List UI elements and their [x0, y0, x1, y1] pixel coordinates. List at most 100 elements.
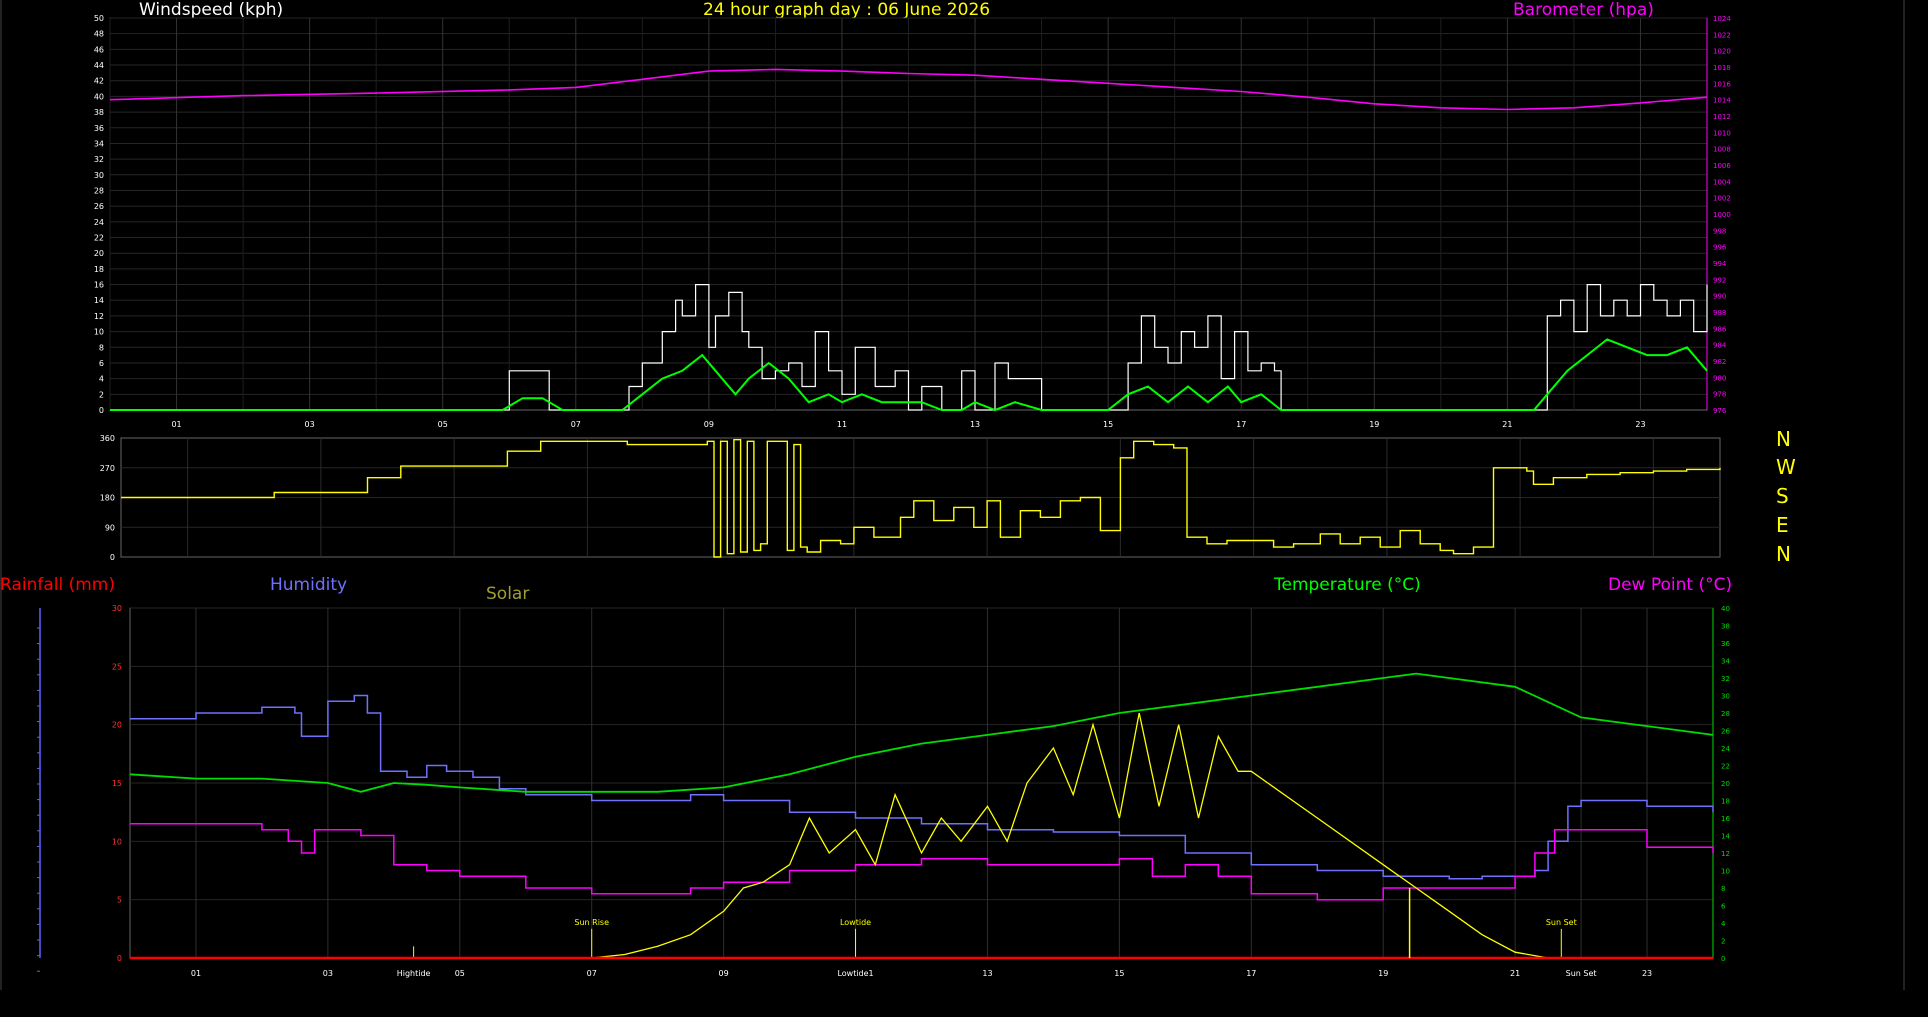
y-tick-label: 24 [94, 218, 104, 227]
y2-tick-label: 6 [1721, 903, 1726, 911]
y2-tick-label: 16 [1721, 815, 1730, 823]
y2-tick-label: 24 [1721, 745, 1730, 753]
x-tick-label: 09 [704, 420, 714, 429]
y2-tick-label: 38 [1721, 623, 1730, 631]
y2-tick-label: 976 [1713, 407, 1727, 415]
y2-tick-label: 1014 [1713, 97, 1731, 105]
y2-tick-label: 1020 [1713, 48, 1731, 56]
x-tick-label: 23 [1642, 969, 1652, 978]
y-tick-label: 25 [112, 662, 122, 671]
y2-tick-label: 1004 [1713, 178, 1731, 186]
y-tick-label: 32 [94, 155, 104, 164]
y-tick-label: 42 [94, 77, 104, 86]
y-tick-label: 0 [117, 954, 122, 963]
y2-tick-label: 4 [1721, 920, 1726, 928]
x-tick-label: 17 [1246, 969, 1256, 978]
y2-tick-label: 1006 [1713, 162, 1731, 170]
y-tick-label: 10 [94, 328, 104, 337]
y-tick-label: 30 [112, 604, 122, 613]
sunrise-marker-label: Sun Rise [574, 918, 609, 927]
y-tick-label: 2 [99, 390, 104, 399]
x-tick-label: 21 [1510, 969, 1520, 978]
y2-tick-label: 1010 [1713, 129, 1731, 137]
y-tick-label: 360 [100, 434, 115, 443]
y-tick-label: 180 [100, 494, 115, 503]
y2-tick-label: 1000 [1713, 211, 1731, 219]
y-tick-label: 44 [94, 61, 104, 70]
y-tick-label: 46 [94, 45, 104, 54]
y2-tick-label: 1008 [1713, 146, 1731, 154]
y-tick-label: 40 [94, 92, 104, 101]
y-tick-label: 0 [110, 553, 115, 562]
y2-tick-label: 980 [1713, 374, 1726, 382]
x-tick-label: Lowtide1 [837, 969, 873, 978]
y2-tick-label: 0 [1721, 955, 1725, 963]
y2-tick-label: 40 [1721, 605, 1730, 613]
y2-tick-label: 1024 [1713, 15, 1731, 23]
y-tick-label: 22 [94, 234, 104, 243]
x-tick-label: 15 [1103, 420, 1113, 429]
y2-tick-label: 994 [1713, 260, 1727, 268]
x-tick-label: 03 [305, 420, 315, 429]
x-tick-label: 13 [982, 969, 992, 978]
x-tick-label: 17 [1236, 420, 1246, 429]
x-tick-label: 01 [191, 969, 201, 978]
y2-tick-label: 28 [1721, 710, 1730, 718]
y-tick-label: 30 [94, 171, 104, 180]
y-tick-label: 48 [94, 30, 104, 39]
y2-tick-label: 10 [1721, 868, 1730, 876]
y-tick-label: 38 [94, 108, 104, 117]
x-tick-label: 05 [438, 420, 448, 429]
y-tick-label: 26 [94, 202, 104, 211]
y2-tick-label: 34 [1721, 658, 1730, 666]
y2-tick-label: 990 [1713, 293, 1726, 301]
y-tick-label: 90 [105, 523, 115, 532]
temp-humidity-solar-chart: 0510152025300246810121416182022242628303… [37, 604, 1730, 978]
x-tick-label: 07 [587, 969, 597, 978]
y-tick-label: 8 [99, 343, 104, 352]
y2-tick-label: 32 [1721, 675, 1730, 683]
y2-tick-label: 982 [1713, 358, 1726, 366]
x-tick-label: 21 [1502, 420, 1512, 429]
y2-tick-label: 1002 [1713, 195, 1731, 203]
y-tick-label: 34 [94, 139, 104, 148]
y-tick-label: 50 [94, 14, 104, 23]
y2-tick-label: 8 [1721, 885, 1725, 893]
y-tick-label: 270 [100, 464, 115, 473]
y-tick-label: 18 [94, 265, 104, 274]
x-tick-label: 19 [1378, 969, 1388, 978]
y2-tick-label: 22 [1721, 763, 1730, 771]
wind-barometer-chart: 0246810121416182022242628303234363840424… [94, 14, 1732, 429]
sunset-marker-label: Sun Set [1546, 918, 1577, 927]
y-tick-label: 10 [112, 837, 122, 846]
x-tick-label: 23 [1635, 420, 1645, 429]
x-tick-label: 05 [455, 969, 465, 978]
y-tick-label: 15 [112, 779, 122, 788]
y-tick-label: 14 [94, 296, 104, 305]
x-tick-label: 15 [1114, 969, 1124, 978]
x-tick-label: 11 [837, 420, 847, 429]
y2-tick-label: 1012 [1713, 113, 1731, 121]
y-tick-label: 0 [99, 406, 104, 415]
y2-tick-label: 1016 [1713, 80, 1731, 88]
y2-tick-label: 18 [1721, 798, 1730, 806]
weather-graph: 0246810121416182022242628303234363840424… [0, 0, 1905, 990]
y2-tick-label: 998 [1713, 227, 1726, 235]
x-tick-label: 09 [719, 969, 729, 978]
y2-tick-label: 26 [1721, 728, 1730, 736]
y2-tick-label: 996 [1713, 244, 1727, 252]
y-tick-label: 20 [94, 249, 104, 258]
y2-tick-label: 2 [1721, 938, 1725, 946]
y2-tick-label: 36 [1721, 640, 1730, 648]
y2-tick-label: 20 [1721, 780, 1730, 788]
x-tick-label: 03 [323, 969, 333, 978]
y2-tick-label: 14 [1721, 833, 1730, 841]
y-tick-label: 5 [117, 896, 122, 905]
y2-tick-label: 984 [1713, 342, 1727, 350]
y2-tick-label: 986 [1713, 325, 1727, 333]
y-tick-label: 12 [94, 312, 104, 321]
x-tick-label: Hightide [397, 969, 431, 978]
lowtide-marker-label: Lowtide [840, 918, 871, 927]
y2-tick-label: 1018 [1713, 64, 1731, 72]
y-tick-label: 28 [94, 186, 104, 195]
